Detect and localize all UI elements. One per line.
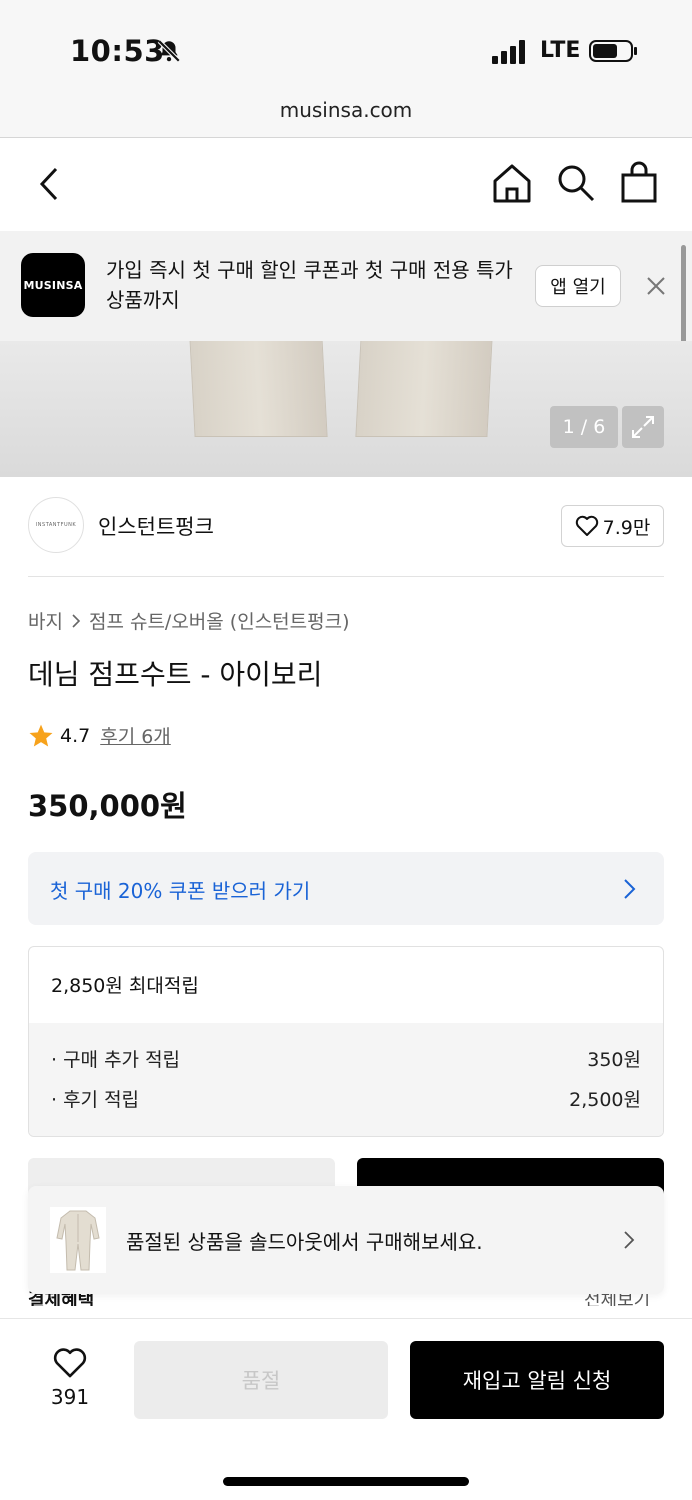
chevron-right-icon <box>624 879 636 899</box>
address-bar[interactable]: musinsa.com <box>0 90 692 138</box>
points-box: 2,850원 최대적립 · 구매 추가 적립 350원 · 후기 적립 2,50… <box>28 946 664 1137</box>
points-row-label: · 후기 적립 <box>51 1089 140 1111</box>
wishlist-count: 391 <box>50 1385 90 1409</box>
brand-like-count: 7.9만 <box>602 516 651 539</box>
chevron-right-icon <box>624 1231 635 1249</box>
url-text: musinsa.com <box>279 98 413 122</box>
jumpsuit-thumbnail <box>50 1207 106 1273</box>
heart-icon <box>53 1348 87 1378</box>
brand-name[interactable]: 인스턴트펑크 <box>98 511 214 541</box>
back-icon[interactable] <box>38 167 62 201</box>
network-type: LTE <box>540 38 581 63</box>
coupon-banner[interactable]: 첫 구매 20% 쿠폰 받으러 가기 <box>28 852 664 925</box>
musinsa-logo: MUSINSA <box>21 253 85 317</box>
restock-alert-button[interactable]: 재입고 알림 신청 <box>410 1341 664 1419</box>
status-bar: 10:53 LTE <box>0 0 692 90</box>
soldout-button: 품절 <box>134 1341 388 1419</box>
points-breakdown: · 구매 추가 적립 350원 · 후기 적립 2,500원 <box>29 1023 663 1136</box>
home-icon[interactable] <box>492 163 532 203</box>
shopping-bag-icon[interactable] <box>620 161 658 203</box>
product-image-leg-left <box>189 341 328 437</box>
banner-message: 가입 즉시 첫 구매 할인 쿠폰과 첫 구매 전용 특가 상품까지 <box>106 258 513 312</box>
top-nav <box>0 139 692 231</box>
bottom-action-bar: 391 품절 재입고 알림 신청 <box>0 1318 692 1500</box>
points-row-value: 2,500원 <box>569 1089 641 1111</box>
points-max: 2,850원 최대적립 <box>51 975 199 997</box>
brand-like-button[interactable]: 7.9만 <box>561 505 664 547</box>
rating-value: 4.7 <box>60 724 91 747</box>
search-icon[interactable] <box>556 163 596 203</box>
brand-logo[interactable]: INSTANTFUNK <box>28 497 84 553</box>
points-row: · 후기 적립 2,500원 <box>51 1085 641 1112</box>
brand-row: INSTANTFUNK 인스턴트펑크 7.9만 <box>28 497 664 577</box>
home-indicator[interactable] <box>223 1477 469 1486</box>
jumpsuit-image <box>56 1210 100 1271</box>
product-title: 데님 점프수트 - 아이보리 <box>28 658 323 691</box>
breadcrumb-item[interactable]: 바지 <box>28 607 63 634</box>
points-row-label: · 구매 추가 적립 <box>51 1049 181 1071</box>
points-row: · 구매 추가 적립 350원 <box>51 1045 641 1072</box>
chevron-right-icon <box>72 613 81 628</box>
star-icon <box>29 724 53 747</box>
status-time: 10:53 <box>70 34 165 68</box>
toast-message: 품절된 상품을 솔드아웃에서 구매해보세요. <box>126 1230 483 1254</box>
battery-icon <box>589 40 637 62</box>
expand-image-button[interactable] <box>622 406 664 448</box>
bell-muted-icon <box>157 39 181 63</box>
signal-icon <box>492 40 525 64</box>
points-row-value: 350원 <box>587 1049 641 1071</box>
coupon-label: 첫 구매 20% 쿠폰 받으러 가기 <box>50 879 311 903</box>
product-rating: 4.7 후기 6개 <box>28 722 171 749</box>
soldout-toast[interactable]: 품절된 상품을 솔드아웃에서 구매해보세요. <box>28 1186 664 1294</box>
app-install-banner: MUSINSA 가입 즉시 첫 구매 할인 쿠폰과 첫 구매 전용 특가 상품까… <box>0 231 692 341</box>
heart-icon <box>575 515 598 536</box>
breadcrumb-item[interactable]: 점프 슈트/오버올 (인스턴트펑크) <box>89 607 350 634</box>
close-icon[interactable] <box>645 275 667 297</box>
product-image-leg-right <box>355 341 493 437</box>
product-price: 350,000원 <box>28 789 187 823</box>
image-counter: 1 / 6 <box>550 406 618 448</box>
wishlist-button[interactable]: 391 <box>40 1347 100 1417</box>
open-app-button[interactable]: 앱 열기 <box>535 265 621 307</box>
breadcrumb: 바지 점프 슈트/오버올 (인스턴트펑크) <box>28 607 350 634</box>
review-link[interactable]: 후기 6개 <box>100 722 171 749</box>
expand-icon <box>632 416 654 438</box>
